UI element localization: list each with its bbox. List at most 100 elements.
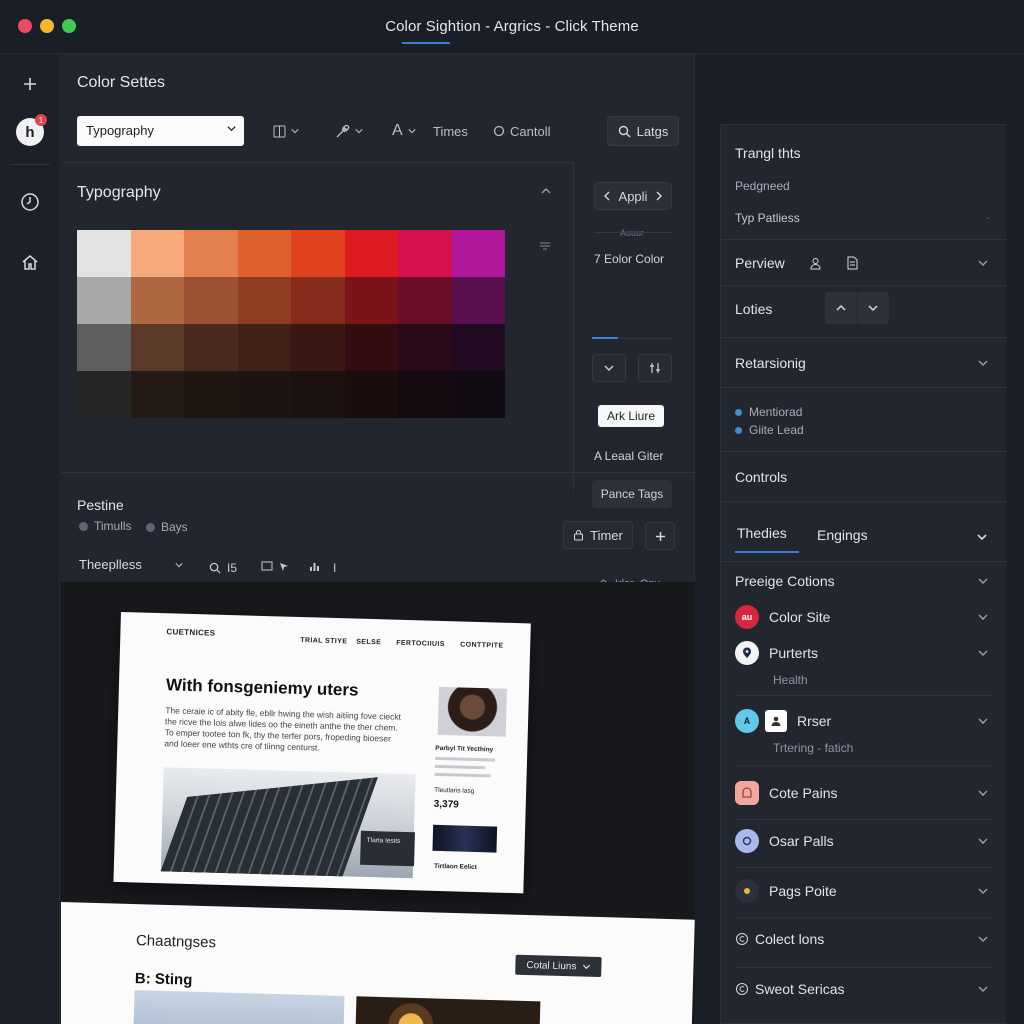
color-swatch[interactable] [344, 324, 398, 371]
format-tool[interactable]: I [333, 561, 336, 575]
list-item[interactable]: Cote Pains [735, 781, 992, 805]
divider [735, 867, 993, 868]
search-button[interactable]: Latgs [607, 116, 679, 146]
home-button[interactable] [14, 246, 46, 278]
plus-icon [655, 531, 665, 541]
color-swatch[interactable] [451, 230, 505, 277]
typ-patliess-row[interactable]: Typ Patliess - [735, 211, 992, 225]
list-item[interactable]: Preeige Cotions [735, 573, 992, 589]
color-swatch[interactable] [184, 277, 238, 324]
page-body-text: The ceraie ic of abity fle, ebllr hwing … [164, 705, 402, 753]
color-swatch[interactable] [398, 230, 452, 277]
layout-tool[interactable] [273, 116, 299, 146]
order-stepper[interactable] [825, 292, 889, 324]
chevron-down-icon[interactable] [175, 561, 183, 569]
color-swatch[interactable] [184, 324, 238, 371]
color-swatch[interactable] [77, 277, 131, 324]
color-swatch[interactable] [451, 324, 505, 371]
list-item[interactable]: Purterts [735, 641, 992, 665]
list-item[interactable]: au Color Site [735, 605, 992, 629]
retarsioning-row[interactable]: Retarsionig [735, 355, 992, 371]
option-mentiorad[interactable]: Mentiorad [735, 405, 992, 419]
times-font-button[interactable]: Times [433, 116, 468, 146]
color-swatch[interactable] [77, 324, 131, 371]
tab-engings[interactable]: Engings [817, 527, 868, 543]
lead-filter-item[interactable]: A Leaal Giter [594, 449, 663, 463]
color-swatch[interactable] [130, 371, 184, 418]
frame-tool[interactable] [261, 561, 289, 572]
expand-button[interactable] [592, 354, 626, 382]
color-swatch[interactable] [398, 277, 452, 324]
tab-thedies[interactable]: Thedies [737, 525, 787, 541]
color-swatch[interactable] [130, 277, 184, 324]
color-swatch[interactable] [398, 324, 452, 371]
page-title: Color Settes [77, 74, 166, 91]
chevron-right-icon [656, 191, 663, 201]
color-swatch[interactable] [344, 230, 398, 277]
color-swatch[interactable] [398, 371, 452, 418]
theme-select[interactable]: Theeplless [79, 557, 142, 572]
list-item[interactable]: A Rrser [735, 709, 992, 733]
move-up-button[interactable] [825, 292, 858, 324]
move-down-button[interactable] [858, 292, 890, 324]
document-icon[interactable] [846, 256, 859, 270]
chevron-down-icon[interactable] [976, 531, 988, 543]
chart-tool[interactable] [309, 561, 320, 572]
apply-label: Appli [618, 188, 648, 204]
font-select[interactable]: Typography [77, 116, 244, 146]
color-swatch[interactable] [77, 371, 131, 418]
cantoll-button[interactable]: Cantoll [493, 116, 550, 146]
list-item[interactable]: Osar Palls [735, 829, 992, 853]
color-swatch[interactable] [237, 324, 291, 371]
palette-handle[interactable] [539, 240, 551, 255]
list-item-label: Rrser [797, 713, 832, 729]
color-swatch[interactable] [184, 371, 238, 418]
list-item[interactable]: Sweot Sericas [735, 981, 992, 997]
color-swatch[interactable] [184, 230, 238, 277]
color-swatch[interactable] [237, 371, 291, 418]
chevron-down-icon [978, 578, 988, 584]
person-icon[interactable] [809, 257, 822, 270]
apply-button[interactable]: Appli [594, 182, 672, 210]
tag-chip[interactable]: Ark Liure [598, 405, 664, 427]
dash-icon: - [986, 212, 990, 224]
color-swatch[interactable] [77, 230, 131, 277]
eyedropper-tool[interactable] [335, 116, 363, 146]
pance-tags-button[interactable]: Pance Tags [592, 480, 672, 508]
option-giite-lead[interactable]: Giite Lead [735, 423, 992, 437]
color-swatch[interactable] [451, 371, 505, 418]
preview-row[interactable]: Perview [735, 255, 992, 271]
list-item[interactable]: Colect lons [735, 931, 992, 947]
timer-button[interactable]: Timer [563, 521, 633, 549]
chevron-down-icon[interactable] [978, 258, 988, 268]
filter-button[interactable] [638, 354, 672, 382]
color-swatch[interactable] [344, 371, 398, 418]
home-icon [22, 255, 38, 270]
page-heading: With fonsgeniemy uters [165, 675, 359, 700]
add-preview-button[interactable] [645, 522, 675, 550]
status-dot [735, 426, 742, 434]
search-icon [209, 562, 221, 574]
color-swatch[interactable] [237, 277, 291, 324]
list-item[interactable]: Pags Poite [735, 879, 992, 903]
color-swatch[interactable] [451, 277, 505, 324]
color-swatch[interactable] [344, 277, 398, 324]
color-swatch[interactable] [291, 230, 345, 277]
pointer-icon [280, 562, 288, 571]
text-tool[interactable]: A [392, 116, 416, 146]
color-swatch[interactable] [291, 371, 345, 418]
color-swatch[interactable] [291, 277, 345, 324]
color-swatch[interactable] [130, 324, 184, 371]
add-button[interactable] [14, 68, 46, 100]
chevron-down-icon [978, 614, 988, 620]
color-item[interactable]: 7 Eolor Color [594, 252, 664, 266]
color-swatch[interactable] [130, 230, 184, 277]
chevron-up-icon[interactable] [539, 184, 553, 198]
copyright-icon [736, 933, 748, 945]
color-swatch[interactable] [237, 230, 291, 277]
history-button[interactable] [14, 186, 46, 218]
color-swatch[interactable] [291, 324, 345, 371]
page2-dropdown[interactable]: Cotal Liuns [515, 954, 602, 978]
list-item-label: Sweot Sericas [755, 981, 845, 997]
search-tool[interactable]: I5 [209, 561, 237, 575]
